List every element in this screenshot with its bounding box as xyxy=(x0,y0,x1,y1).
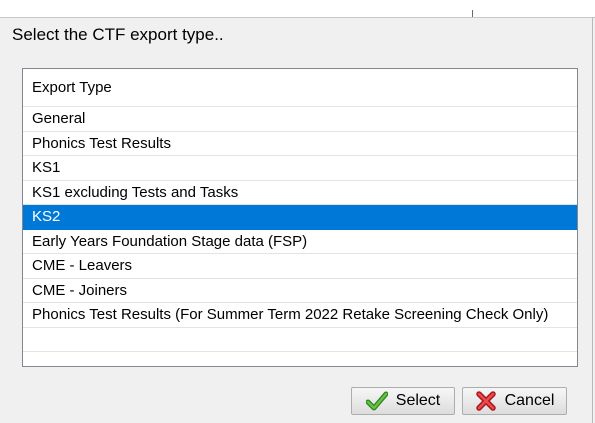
window-right-edge xyxy=(592,17,593,423)
list-item[interactable]: General xyxy=(23,107,577,132)
list-item[interactable]: KS1 excluding Tests and Tasks xyxy=(23,181,577,205)
list-item[interactable]: CME - Joiners xyxy=(23,279,577,303)
cancel-button-label: Cancel xyxy=(504,392,555,409)
cancel-button[interactable]: Cancel xyxy=(462,387,567,415)
list-item[interactable]: Phonics Test Results xyxy=(23,132,577,156)
red-x-icon xyxy=(475,391,496,411)
list-item-selected[interactable]: KS2 xyxy=(23,205,577,230)
top-divider-tick xyxy=(472,10,473,17)
checkmark-icon xyxy=(365,391,388,411)
list-column-header[interactable]: Export Type xyxy=(23,69,577,107)
dialog-prompt: Select the CTF export type.. xyxy=(12,25,224,44)
export-type-list[interactable]: Export Type General Phonics Test Results… xyxy=(22,68,578,367)
list-item[interactable]: Phonics Test Results (For Summer Term 20… xyxy=(23,303,577,328)
list-item-empty[interactable] xyxy=(23,328,577,352)
list-item[interactable]: KS1 xyxy=(23,156,577,181)
list-item[interactable]: Early Years Foundation Stage data (FSP) xyxy=(23,230,577,254)
select-button-label: Select xyxy=(395,392,441,409)
window-top-strip xyxy=(0,0,595,18)
list-item[interactable]: CME - Leavers xyxy=(23,254,577,279)
select-button[interactable]: Select xyxy=(351,387,455,415)
